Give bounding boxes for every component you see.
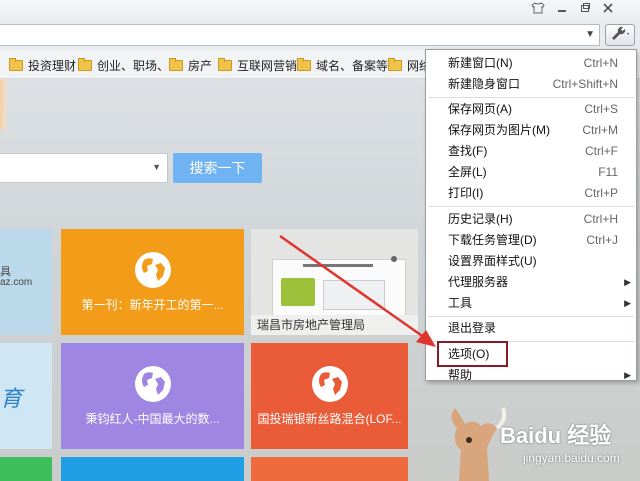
globe-icon (134, 252, 171, 288)
menu-item-downloads[interactable]: 下载任务管理(D) Ctrl+J (426, 230, 636, 250)
bookmark-folder[interactable]: 房产 (169, 57, 212, 74)
bookmark-folder[interactable]: 互联网营销 (218, 57, 297, 74)
baidu-watermark: Baidu 经验 (500, 423, 612, 448)
speed-dial-tile[interactable] (0, 457, 52, 481)
dropdown-arrow-icon[interactable]: ▼ (585, 29, 595, 40)
decorative-strip (0, 79, 6, 129)
minimize-icon[interactable] (553, 2, 571, 18)
menu-separator (428, 206, 634, 207)
menu-item-new-window[interactable]: 新建窗口(N) Ctrl+N (426, 53, 636, 73)
menu-item-new-incognito-window[interactable]: 新建隐身窗口 Ctrl+Shift+N (426, 74, 636, 94)
menu-item-save-page[interactable]: 保存网页(A) Ctrl+S (426, 99, 636, 119)
close-icon[interactable] (599, 2, 617, 18)
bookmark-folder[interactable]: 投资理财 (9, 57, 76, 74)
bookmark-folder[interactable]: 创业、职场、 (78, 57, 169, 74)
menu-separator (428, 316, 634, 317)
menu-item-logout[interactable]: 退出登录 (426, 318, 636, 338)
deer-sticker-image (451, 407, 507, 481)
speed-dial-tile[interactable]: 国投瑞银新丝路混合(LOF... (251, 343, 408, 449)
restore-icon[interactable] (576, 2, 594, 18)
address-bar[interactable]: ▼ (0, 24, 600, 46)
search-input[interactable]: ▼ (0, 153, 168, 183)
globe-icon (311, 366, 348, 402)
folder-icon (9, 58, 23, 71)
speed-dial-tile[interactable]: 第一刊：新年开工的第一... (61, 229, 244, 335)
folder-icon (169, 58, 183, 71)
menu-item-proxy[interactable]: 代理服务器 ▶ (426, 272, 636, 292)
tile-label: 国投瑞银新丝路混合(LOF... (257, 412, 402, 426)
menu-item-print[interactable]: 打印(I) Ctrl+P (426, 183, 636, 203)
search-button[interactable]: 搜索一下 (173, 153, 262, 183)
title-bar (0, 0, 640, 22)
shirt-icon[interactable] (529, 2, 547, 18)
menu-item-help[interactable]: 帮助 ▶ (426, 365, 636, 385)
highlight-box (437, 341, 508, 367)
menu-item-history[interactable]: 历史记录(H) Ctrl+H (426, 209, 636, 229)
wrench-dropdown-menu: 新建窗口(N) Ctrl+N 新建隐身窗口 Ctrl+Shift+N 保存网页(A)… (425, 49, 637, 382)
tile-label: 瑞昌市房地产管理局 (251, 315, 418, 335)
menu-item-interface-style[interactable]: 设置界面样式(U) (426, 251, 636, 271)
speed-dial-tile[interactable]: 具 az.com (0, 229, 52, 335)
tile-label: 秉钧红人-中国最大的数... (85, 412, 220, 426)
menu-separator (428, 97, 634, 98)
speed-dial-tile[interactable]: 秉钧红人-中国最大的数... (61, 343, 244, 449)
folder-icon (78, 58, 92, 71)
tile-subtext: az.com (0, 277, 33, 288)
folder-icon (388, 58, 402, 71)
menu-item-save-as-image[interactable]: 保存网页为图片(M) Ctrl+M (426, 120, 636, 140)
menu-item-fullscreen[interactable]: 全屏(L) F11 (426, 162, 636, 182)
bookmark-folder[interactable]: 域名、备案等 (297, 57, 388, 74)
speed-dial-tile[interactable]: 育 (0, 343, 52, 449)
watermark-url: jingyan.baidu.com (523, 451, 620, 465)
tile-label: 第一刊：新年开工的第一... (81, 298, 224, 312)
globe-icon (134, 366, 171, 402)
folder-icon (297, 58, 311, 71)
wrench-icon (612, 26, 629, 40)
folder-icon (218, 58, 232, 71)
tile-text: 育 (0, 386, 23, 411)
menu-item-find[interactable]: 查找(F) Ctrl+F (426, 141, 636, 161)
submenu-arrow-icon: ▶ (624, 277, 631, 287)
speed-dial-tile[interactable] (251, 457, 408, 481)
menu-item-tools[interactable]: 工具 ▶ (426, 293, 636, 313)
submenu-arrow-icon: ▶ (624, 370, 631, 380)
speed-dial-tile[interactable]: 瑞昌市房地产管理局 (251, 229, 418, 335)
dropdown-arrow-icon[interactable]: ▼ (152, 162, 161, 172)
speed-dial-tile[interactable] (61, 457, 244, 481)
folder-image (281, 278, 315, 306)
site-thumbnail (272, 256, 406, 323)
wrench-menu-button[interactable] (605, 24, 635, 46)
submenu-arrow-icon: ▶ (624, 298, 631, 308)
